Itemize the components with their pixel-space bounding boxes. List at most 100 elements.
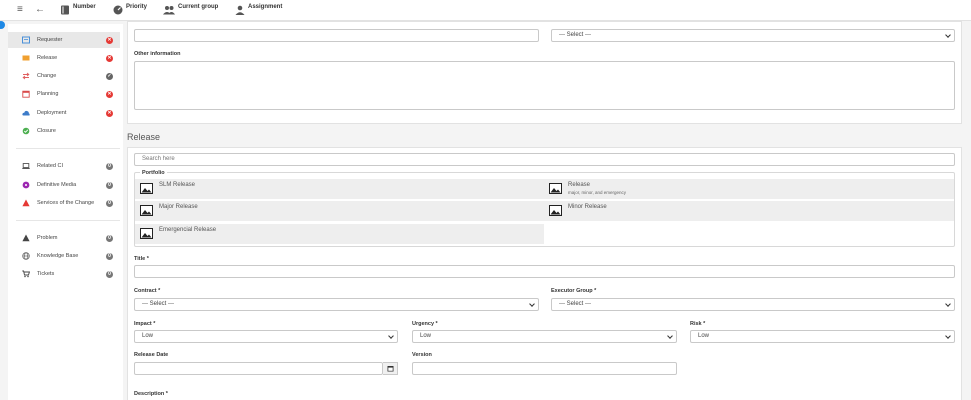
image-placeholder-icon <box>140 205 153 216</box>
sidebar-item-label: Services of the Change <box>37 200 95 206</box>
sidebar-item-knowledge-base[interactable]: Knowledge Base 0 <box>8 248 120 264</box>
warning-triangle-icon <box>22 199 30 207</box>
scrollbar[interactable] <box>966 21 971 400</box>
assignment-field[interactable]: Assignment <box>235 3 282 17</box>
error-status-icon: ✕ <box>106 36 113 44</box>
laptop-icon <box>22 162 30 170</box>
portfolio-item-title: Release <box>568 182 591 188</box>
portfolio-item-emergencial-release[interactable]: Emergencial Release <box>135 224 544 244</box>
portfolio-item-major-release[interactable]: Major Release <box>135 201 544 221</box>
cart-icon <box>22 270 31 278</box>
gauge-icon <box>113 5 123 15</box>
physical-location-select[interactable]: --- Select --- <box>551 29 955 42</box>
portfolio-item-title: Minor Release <box>568 204 607 210</box>
executor-group-select[interactable]: --- Select --- <box>551 298 955 311</box>
sidebar-item-release[interactable]: Release ✕ <box>8 50 120 66</box>
problem-triangle-icon <box>22 234 30 242</box>
book-icon <box>61 5 69 15</box>
portfolio-item-slm-release[interactable]: SLM Release <box>135 179 544 199</box>
release-date-input[interactable] <box>134 362 383 375</box>
sidebar-item-requester[interactable]: Requester ✕ <box>8 32 120 48</box>
urgency-value: Low <box>420 333 432 339</box>
portfolio-item-title: SLM Release <box>159 182 196 188</box>
release-package-icon <box>22 54 30 62</box>
version-label: Version <box>412 352 432 358</box>
priority-label: Priority <box>126 4 148 10</box>
sidebar-item-change[interactable]: Change ✓ <box>8 68 120 84</box>
number-field[interactable]: Number <box>60 3 96 17</box>
calendar-button[interactable] <box>383 362 398 375</box>
description-label: Description * <box>134 391 168 397</box>
sidebar-item-label: Change <box>37 73 57 79</box>
current-group-field[interactable]: Current group <box>163 3 218 17</box>
date-field[interactable] <box>134 29 539 42</box>
impact-value: Low <box>142 333 154 339</box>
sidebar-item-tickets[interactable]: Tickets 0 <box>8 266 120 282</box>
sidebar-divider <box>16 148 120 149</box>
portfolio-search-input[interactable]: Search here <box>134 153 955 166</box>
portfolio-label: Portfolio <box>140 170 167 176</box>
notification-dot[interactable] <box>0 21 5 29</box>
title-input[interactable] <box>134 265 955 278</box>
count-badge: 0 <box>106 181 113 189</box>
other-information-label: Other information <box>134 51 181 57</box>
priority-field[interactable]: Priority <box>113 3 147 17</box>
sidebar-item-closure[interactable]: Closure <box>8 123 120 139</box>
sidebar-item-services-of-the-change[interactable]: Services of the Change 0 <box>8 195 120 211</box>
sidebar-item-label: Planning <box>37 91 59 97</box>
image-placeholder-icon <box>549 205 562 216</box>
count-badge: 0 <box>106 252 113 260</box>
sidebar-item-label: Problem <box>37 235 58 241</box>
urgency-select[interactable]: Low <box>412 330 677 343</box>
sidebar-item-label: Release <box>37 55 58 61</box>
error-status-icon: ✕ <box>106 54 113 62</box>
sidebar-item-related-ci[interactable]: Related CI 0 <box>8 158 120 174</box>
title-label: Title * <box>134 256 149 262</box>
contract-select[interactable]: --- Select --- <box>134 298 539 311</box>
assignment-label: Assignment <box>248 4 283 10</box>
number-label: Number <box>73 4 96 10</box>
group-icon <box>163 6 175 15</box>
risk-value: Low <box>698 333 710 339</box>
impact-select[interactable]: Low <box>134 330 398 343</box>
search-placeholder: Search here <box>142 156 175 162</box>
risk-label: Risk * <box>690 321 706 327</box>
portfolio-item-title: Major Release <box>159 204 198 210</box>
back-arrow-icon[interactable]: ← <box>35 5 45 15</box>
top-toolbar: ≡ ← Number Priority Current group Assign… <box>0 0 971 21</box>
impact-label: Impact * <box>134 321 156 327</box>
other-information-textarea[interactable] <box>134 61 955 110</box>
sidebar-item-definitive-media[interactable]: Definitive Media 0 <box>8 177 120 193</box>
sidebar-item-label: Tickets <box>37 271 55 277</box>
contract-value: --- Select --- <box>142 301 174 307</box>
portfolio-item-minor-release[interactable]: Minor Release <box>544 201 954 221</box>
version-input[interactable] <box>412 362 677 375</box>
globe-icon <box>22 252 30 260</box>
sidebar-item-deployment[interactable]: Deployment ✕ <box>8 105 120 121</box>
portfolio-item-subtitle: major, minor, and emergency <box>568 190 627 195</box>
urgency-label: Urgency * <box>412 321 438 327</box>
release-date-label: Release Date <box>134 352 169 358</box>
user-icon <box>235 5 245 15</box>
change-arrows-icon <box>22 72 30 80</box>
image-placeholder-icon <box>140 228 153 239</box>
requester-form-icon <box>22 36 30 44</box>
contract-label: Contract * <box>134 288 161 294</box>
executor-group-label: Executor Group * <box>551 288 597 294</box>
sidebar-item-problem[interactable]: Problem 0 <box>8 230 120 246</box>
sidebar-item-label: Definitive Media <box>37 182 77 188</box>
sidebar-divider <box>16 220 120 221</box>
portfolio-item-release[interactable]: Release major, minor, and emergency <box>544 179 954 199</box>
count-badge: 0 <box>106 199 113 207</box>
current-group-label: Current group <box>178 4 219 10</box>
calendar-icon <box>387 366 393 372</box>
sidebar-item-planning[interactable]: Planning ✕ <box>8 86 120 102</box>
planning-calendar-icon <box>22 90 30 98</box>
image-placeholder-icon <box>549 183 562 194</box>
menu-icon[interactable]: ≡ <box>17 5 23 15</box>
count-badge: 0 <box>106 234 113 242</box>
sidebar-item-label: Closure <box>37 128 56 134</box>
image-placeholder-icon <box>140 183 153 194</box>
closure-check-icon <box>22 127 30 135</box>
risk-select[interactable]: Low <box>690 330 955 343</box>
